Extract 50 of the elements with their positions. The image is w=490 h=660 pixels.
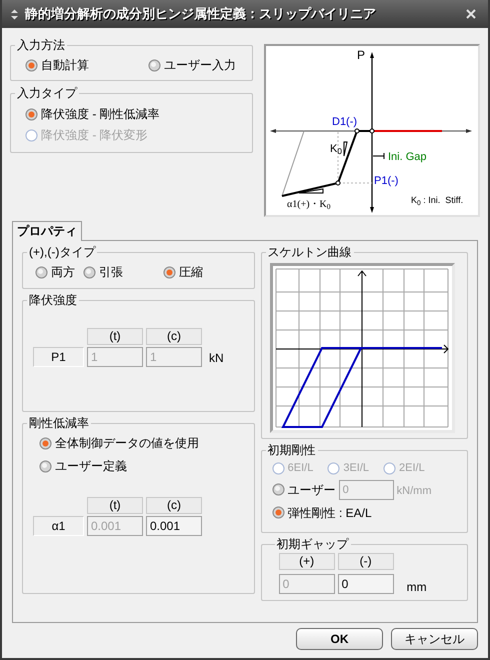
- column-header: (t): [87, 328, 143, 345]
- column-header: (+): [278, 553, 335, 570]
- radio-button[interactable]: 引張: [83, 263, 123, 281]
- group-title: 初期剛性: [266, 442, 317, 459]
- diagram-label: Ini. Gap: [388, 152, 427, 163]
- radio-button[interactable]: ユーザー入力: [148, 56, 236, 74]
- radio-button[interactable]: ユーザー: [272, 480, 336, 498]
- unit-label: mm: [406, 579, 427, 596]
- column-header: (t): [87, 497, 143, 514]
- dialog-button[interactable]: OK: [296, 628, 383, 650]
- column-header: (-): [338, 553, 394, 570]
- diagram-label: P1(-): [374, 176, 398, 187]
- slip-line: [372, 130, 442, 132]
- radio-button[interactable]: 圧縮: [163, 263, 203, 281]
- column-header: (c): [146, 497, 202, 514]
- window-icon: [10, 8, 19, 20]
- radio-button[interactable]: 降伏強度 - 剛性低減率: [25, 105, 244, 123]
- radio-button[interactable]: 両方: [35, 263, 75, 281]
- slope-triangle: [298, 188, 324, 194]
- gap-arrow: [372, 152, 384, 160]
- group-title: 入力タイプ: [16, 85, 78, 102]
- unloading-line: [282, 130, 304, 196]
- radio-button[interactable]: ユーザー定義: [39, 457, 246, 475]
- group-title: (+),(-)タイプ: [28, 244, 97, 261]
- diagram-label: α1(+)・K$_{0}$: [287, 200, 331, 210]
- group-title: 降伏強度: [28, 292, 78, 309]
- window-title: 静的増分解析の成分別ヒンジ属性定義：スリップバイリニア: [25, 5, 376, 24]
- diagram-label: K$_{0}$: [330, 144, 342, 155]
- radio-button[interactable]: 自動計算: [25, 56, 89, 74]
- group-title: 初期ギャップ: [276, 536, 350, 553]
- group-title: 剛性低減率: [28, 415, 90, 432]
- diagram-label: P: [357, 49, 366, 61]
- row-label: α1: [33, 516, 84, 536]
- unit-label: kN: [209, 350, 224, 367]
- unit-label: kN/mm: [396, 484, 432, 499]
- diagram-label: D1(-): [332, 117, 358, 128]
- dialog-button[interactable]: キャンセル: [391, 628, 478, 650]
- group-title: 入力方法: [16, 37, 66, 54]
- radio-button[interactable]: 弾性剛性 : EA/L: [272, 504, 459, 522]
- tab[interactable]: プロパティ: [12, 221, 82, 241]
- group-title: スケルトン曲線: [266, 244, 353, 261]
- column-header: (c): [146, 328, 202, 345]
- input-field[interactable]: 0: [338, 574, 394, 594]
- guide-lines: [338, 132, 372, 184]
- input-field[interactable]: 0.001: [146, 516, 202, 536]
- radio-button[interactable]: 全体制御データの値を使用: [39, 434, 246, 452]
- close-icon[interactable]: [466, 9, 476, 19]
- diagram-label: K$_{0}$ : Ini. Stiff.: [411, 196, 464, 205]
- row-label: P1: [33, 347, 84, 367]
- slope-triangle: [344, 142, 348, 156]
